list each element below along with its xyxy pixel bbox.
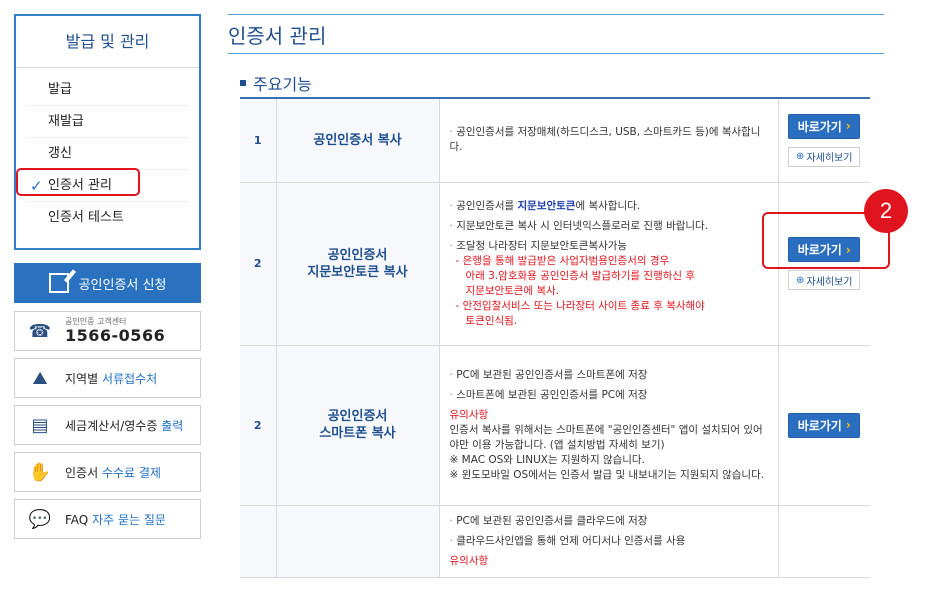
go-button[interactable]: 바로가기 › (788, 412, 861, 438)
page-title: 인증서 관리 (228, 24, 327, 48)
feature-name: 공인인증서 스마트폰 복사 (275, 345, 439, 506)
chevron-right-icon: › (845, 119, 851, 134)
link-fee-payment[interactable]: ✋ 인증서 수수료 결제 (14, 452, 201, 492)
title-divider (228, 53, 884, 54)
row-number: 2 (240, 182, 276, 346)
chevron-right-icon: › (845, 418, 851, 432)
table-row: 2 공인인증서 스마트폰 복사 PC에 보관된 공인인증서를 스마트폰에 저장 … (240, 345, 870, 506)
detail-button[interactable]: ⊕ 자세히보기 (788, 146, 861, 167)
printer-icon: ▤ (31, 414, 49, 436)
feature-desc: PC에 보관된 공인인증서를 클라우드에 저장 클라우드사인앱을 통해 언제 어… (438, 505, 778, 578)
sidebar-item-cert-test[interactable]: 인증서 테스트 (28, 202, 187, 234)
row-number: 2 (240, 345, 276, 506)
callcenter-number: 1566-0566 (65, 326, 166, 345)
section-title: 주요기능 (240, 71, 312, 95)
sidebar-menu: 발급 및 관리 발급 재발급 갱신 ✓ 인증서 관리 인증서 테스트 (14, 14, 201, 250)
link-faq[interactable]: 💬 FAQ 자주 묻는 질문 (14, 499, 201, 539)
sidebar-item-reissue[interactable]: 재발급 (28, 106, 187, 138)
link-region-office[interactable]: ⛰ 지역별 서류접수처 (14, 358, 201, 398)
feature-desc: PC에 보관된 공인인증서를 스마트폰에 저장 스마트폰에 보관된 공인인증서를… (438, 345, 778, 506)
square-bullet-icon (240, 80, 246, 86)
card-hand-icon: ✋ (28, 461, 52, 483)
table-row: PC에 보관된 공인인증서를 클라우드에 저장 클라우드사인앱을 통해 언제 어… (240, 505, 870, 578)
sidebar-item-issue[interactable]: 발급 (28, 74, 187, 106)
magnifier-icon: ⊕ (796, 151, 805, 163)
feature-desc: 공인인증서를 저장매체(하드디스크, USB, 스마트카드 등)에 복사합니다. (438, 97, 778, 183)
go-button[interactable]: 바로가기 › (788, 113, 861, 139)
top-divider (228, 14, 884, 15)
map-icon: ⛰ (32, 367, 48, 389)
link-tax-invoice[interactable]: ▤ 세금계산서/영수증 출력 (14, 405, 201, 445)
sidebar-item-renew[interactable]: 갱신 (28, 138, 187, 170)
action-cell (777, 505, 870, 578)
step-badge: 2 (864, 189, 908, 233)
highlight-box-menu (16, 168, 140, 196)
telephone-icon: ☎ (28, 320, 52, 342)
magnifier-icon: ⊕ (796, 274, 805, 286)
callcenter-box: ☎ 공인인증 고객센터 1566-0566 (14, 311, 201, 351)
row-number (240, 505, 276, 578)
sidebar-title: 발급 및 관리 (16, 16, 199, 68)
apply-cert-button[interactable]: 공인인증서 신청 (14, 263, 201, 303)
table-row: 1 공인인증서 복사 공인인증서를 저장매체(하드디스크, USB, 스마트카드… (240, 97, 870, 183)
detail-button[interactable]: ⊕ 자세히보기 (788, 270, 861, 290)
pen-icon (48, 273, 69, 293)
feature-name: 공인인증서 지문보안토큰 복사 (275, 182, 439, 346)
sidebar-list: 발급 재발급 갱신 ✓ 인증서 관리 인증서 테스트 (16, 68, 199, 234)
action-cell: 바로가기 › ⊕ 자세히보기 (777, 97, 870, 183)
chat-bubble-icon: 💬 (28, 508, 52, 530)
feature-name (275, 505, 439, 578)
feature-name: 공인인증서 복사 (275, 97, 439, 183)
apply-cert-label: 공인인증서 신청 (78, 277, 167, 293)
action-cell: 바로가기 › (777, 345, 870, 506)
row-number: 1 (240, 97, 276, 183)
feature-desc: 공인인증서를 지문보안토큰에 복사합니다. 지문보안토큰 복사 시 인터넷익스플… (438, 182, 778, 346)
feature-table: 1 공인인증서 복사 공인인증서를 저장매체(하드디스크, USB, 스마트카드… (240, 97, 870, 578)
